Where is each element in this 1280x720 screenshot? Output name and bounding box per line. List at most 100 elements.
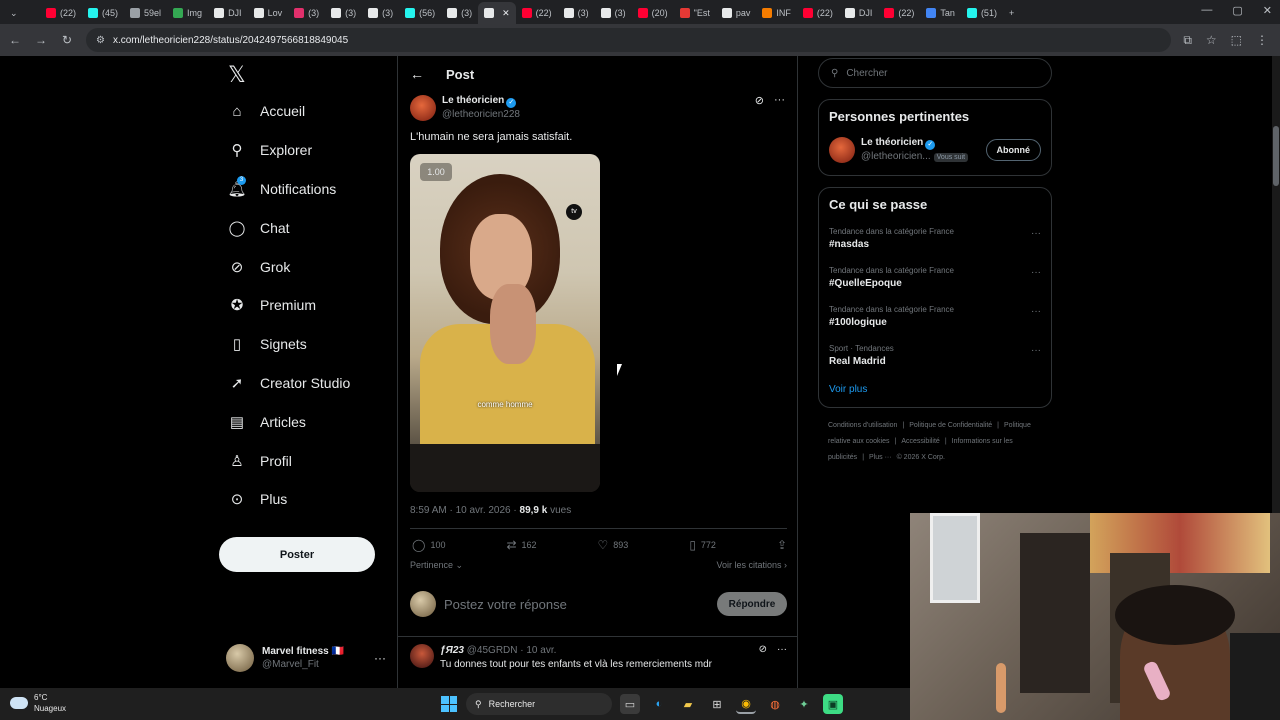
more-icon[interactable]: ··· — [1031, 305, 1041, 318]
browser-tab[interactable]: DJI — [839, 2, 879, 24]
x-logo-icon[interactable]: 𝕏 — [218, 58, 393, 92]
back-arrow-icon[interactable]: ← — [410, 66, 424, 82]
grok-icon[interactable]: ⊘ — [755, 94, 764, 107]
extensions-icon[interactable]: ⬚ — [1231, 33, 1242, 48]
reply-tweet[interactable]: ƒЯ23 @45GRDN · 10 avr. Tu donnes tout po… — [410, 644, 787, 672]
store-icon[interactable]: ⊞ — [707, 694, 727, 714]
browser-tab[interactable]: Img — [167, 2, 208, 24]
like-action[interactable]: ♡ 893 — [598, 538, 629, 552]
star-icon[interactable]: ☆ — [1206, 33, 1217, 48]
footer-link[interactable]: © 2026 X Corp. — [897, 454, 945, 461]
back-icon[interactable]: ← — [8, 33, 22, 47]
browser-tab[interactable]: "Est — [674, 2, 716, 24]
bookmark-action[interactable]: ▯ 772 — [689, 538, 716, 552]
footer-link[interactable]: Plus ··· — [869, 454, 892, 461]
browser-tab[interactable]: (3) — [558, 2, 595, 24]
scrollbar-thumb[interactable] — [1273, 126, 1279, 186]
footer-link[interactable]: Politique de Confidentialité — [909, 422, 992, 429]
chrome-icon[interactable]: ◉ — [736, 694, 756, 714]
video-player[interactable]: 1.00 tv comme homme — [410, 154, 600, 492]
author-handle[interactable]: @letheoricien228 — [442, 108, 520, 121]
browser-tab[interactable]: (22) — [40, 2, 82, 24]
trend-item[interactable]: Tendance dans la catégorie France #100log… — [829, 303, 1041, 329]
windows-start-icon[interactable] — [441, 696, 457, 712]
see-more-link[interactable]: Voir plus — [829, 384, 1041, 395]
maximize-icon[interactable]: ▢ — [1232, 4, 1242, 17]
more-icon[interactable]: ··· — [1031, 344, 1041, 357]
playback-speed-badge[interactable]: 1.00 — [420, 163, 452, 181]
share-action[interactable]: ⇪ — [777, 538, 787, 552]
close-window-icon[interactable]: ✕ — [1263, 4, 1272, 17]
site-info-icon[interactable]: ⚙ — [96, 35, 105, 46]
sidebar-item-premium[interactable]: ✪ Premium — [218, 286, 393, 325]
browser-tab[interactable]: (3) — [441, 2, 478, 24]
grok-icon[interactable]: ⊘ — [759, 644, 767, 672]
forward-icon[interactable]: → — [34, 33, 48, 47]
browser-tab[interactable]: (56) — [399, 2, 441, 24]
tab-close-icon[interactable]: ✕ — [502, 8, 510, 19]
more-icon[interactable]: ··· — [774, 94, 785, 107]
sidebar-item-articles[interactable]: ▤ Articles — [218, 402, 393, 441]
sidebar-item-profile[interactable]: ♙ Profil — [218, 441, 393, 480]
repost-action[interactable]: ⇄ 162 — [506, 538, 536, 552]
more-icon[interactable]: ··· — [1031, 227, 1041, 240]
app-icon[interactable]: ▣ — [823, 694, 843, 714]
person-name[interactable]: Le théoricien — [861, 137, 923, 148]
reply-author[interactable]: ƒЯ23 — [440, 645, 464, 656]
reply-button[interactable]: Répondre — [717, 592, 787, 616]
footer-link[interactable]: Conditions d'utilisation — [828, 422, 897, 429]
trend-item[interactable]: Tendance dans la catégorie France #Quelle… — [829, 264, 1041, 290]
minimize-icon[interactable]: — — [1201, 4, 1212, 17]
avatar[interactable] — [829, 137, 855, 163]
app-icon[interactable]: ✦ — [794, 694, 814, 714]
account-switcher[interactable]: Marvel fitness 🇫🇷 @Marvel_Fit ··· — [226, 643, 386, 673]
firefox-icon[interactable]: ◍ — [765, 694, 785, 714]
search-input[interactable]: ⚲ Chercher — [818, 58, 1052, 88]
browser-tab[interactable]: (3) — [595, 2, 632, 24]
sidebar-item-chat[interactable]: ◯ Chat — [218, 208, 393, 247]
browser-tab[interactable]: Tan — [920, 2, 961, 24]
browser-tab[interactable]: (22) — [797, 2, 839, 24]
avatar[interactable] — [410, 94, 436, 121]
more-icon[interactable]: ··· — [1031, 266, 1041, 279]
sidebar-item-explore[interactable]: ⚲ Explorer — [218, 131, 393, 170]
weather-widget[interactable]: 6°C Nuageux — [10, 692, 66, 714]
sort-dropdown[interactable]: Pertinence ⌄ — [410, 560, 463, 571]
browser-tab[interactable]: 59el — [124, 2, 167, 24]
browser-tab[interactable]: pav — [716, 2, 757, 24]
more-icon[interactable]: ··· — [374, 651, 386, 665]
more-icon[interactable]: ··· — [777, 644, 787, 672]
new-tab-icon[interactable]: + — [1003, 2, 1039, 24]
edge-icon[interactable]: ◐ — [649, 694, 669, 714]
post-button[interactable]: Poster — [219, 537, 375, 572]
sidebar-item-notifications[interactable]: 🔔︎ 3 Notifications — [218, 170, 393, 209]
reply-handle[interactable]: @45GRDN — [467, 645, 518, 656]
browser-tab[interactable]: (22) — [516, 2, 558, 24]
avatar[interactable] — [410, 644, 434, 668]
browser-tab[interactable]: Lov — [248, 2, 289, 24]
taskbar-search[interactable]: ⚲ Rechercher — [466, 693, 612, 715]
browser-tab[interactable]: INF — [756, 2, 797, 24]
sidebar-item-grok[interactable]: ⊘ Grok — [218, 247, 393, 286]
sidebar-item-more[interactable]: ⊙ Plus — [218, 480, 393, 519]
sidebar-item-creator-studio[interactable]: ➚ Creator Studio — [218, 364, 393, 403]
browser-tab[interactable]: (3) — [325, 2, 362, 24]
sidebar-item-home[interactable]: ⌂ Accueil — [218, 92, 393, 131]
browser-tab[interactable]: (45) — [82, 2, 124, 24]
browser-tab[interactable]: (3) — [288, 2, 325, 24]
reload-icon[interactable]: ↻ — [60, 33, 74, 47]
following-button[interactable]: Abonné — [985, 139, 1041, 161]
tweet-time[interactable]: 8:59 AM · 10 avr. 2026 · — [410, 505, 520, 516]
browser-tab[interactable]: (20) — [632, 2, 674, 24]
install-icon[interactable]: ⧉ — [1183, 33, 1192, 48]
trend-item[interactable]: Tendance dans la catégorie France #nasdas… — [829, 225, 1041, 251]
reply-action[interactable]: ◯ 100 — [412, 538, 445, 552]
browser-tab[interactable]: DJI — [208, 2, 248, 24]
tab-list-button[interactable]: ⌄ — [4, 2, 40, 24]
file-explorer-icon[interactable]: ▰ — [678, 694, 698, 714]
menu-icon[interactable]: ⋮ — [1256, 33, 1268, 48]
reply-input[interactable]: Postez votre réponse — [444, 597, 709, 612]
author-name[interactable]: Le théoricien — [442, 95, 504, 106]
browser-tab[interactable]: (22) — [878, 2, 920, 24]
quotes-link[interactable]: Voir les citations › — [716, 560, 787, 571]
